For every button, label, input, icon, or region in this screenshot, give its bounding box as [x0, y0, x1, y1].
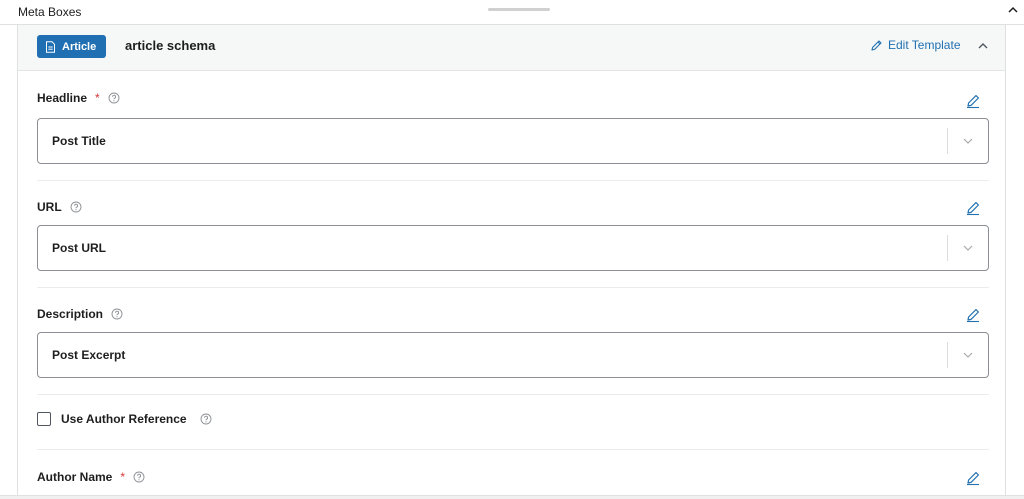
help-icon[interactable] — [108, 92, 120, 104]
divider — [37, 394, 989, 395]
divider — [37, 287, 989, 288]
chevron-down-icon[interactable] — [962, 349, 974, 361]
author-reference-label: Use Author Reference — [61, 412, 187, 426]
help-icon[interactable] — [133, 471, 145, 483]
field-label: URL — [37, 200, 62, 214]
meta-boxes-title: Meta Boxes — [18, 5, 82, 19]
required-marker: * — [95, 91, 100, 105]
required-marker: * — [120, 470, 126, 484]
select-value: Post Excerpt — [52, 348, 126, 362]
pen-icon[interactable] — [965, 470, 981, 486]
help-icon[interactable] — [200, 413, 212, 425]
select-separator — [947, 235, 948, 261]
divider — [37, 180, 989, 181]
field-label: Headline — [37, 91, 88, 105]
chevron-up-icon[interactable] — [976, 39, 990, 53]
help-icon[interactable] — [70, 201, 82, 213]
meta-boxes-bar: Meta Boxes — [0, 0, 1024, 25]
headline-select[interactable]: Post Title — [37, 118, 989, 164]
chevron-down-icon[interactable] — [962, 135, 974, 147]
chevron-down-icon[interactable] — [962, 242, 974, 254]
help-icon[interactable] — [111, 308, 123, 320]
schema-panel: Article article schema Edit Template Hea… — [17, 25, 1006, 499]
pencil-icon — [871, 39, 882, 51]
field-label: Description — [37, 307, 104, 321]
select-value: Post Title — [52, 134, 106, 148]
document-icon — [46, 40, 55, 53]
schema-header: Article article schema Edit Template — [18, 25, 1005, 71]
chevron-up-icon[interactable] — [1006, 3, 1020, 17]
field-label: Author Name — [37, 470, 113, 484]
edit-template-label: Edit Template — [888, 38, 961, 52]
edit-template-link[interactable]: Edit Template — [870, 38, 961, 52]
select-separator — [947, 342, 948, 368]
pen-icon[interactable] — [965, 307, 981, 323]
author-reference-row: Use Author Reference — [37, 412, 212, 426]
pen-icon[interactable] — [965, 93, 981, 109]
panel-bottom-edge — [0, 495, 1024, 499]
pen-icon[interactable] — [965, 200, 981, 216]
schema-type-label: Article — [62, 40, 97, 53]
schema-name: article schema — [125, 38, 216, 53]
author-reference-checkbox[interactable] — [37, 412, 51, 426]
divider — [37, 449, 989, 450]
select-value: Post URL — [52, 241, 106, 255]
select-separator — [947, 128, 948, 154]
description-select[interactable]: Post Excerpt — [37, 332, 989, 378]
drag-handle[interactable] — [488, 8, 550, 11]
schema-type-badge[interactable]: Article — [37, 35, 107, 58]
url-select[interactable]: Post URL — [37, 225, 989, 271]
